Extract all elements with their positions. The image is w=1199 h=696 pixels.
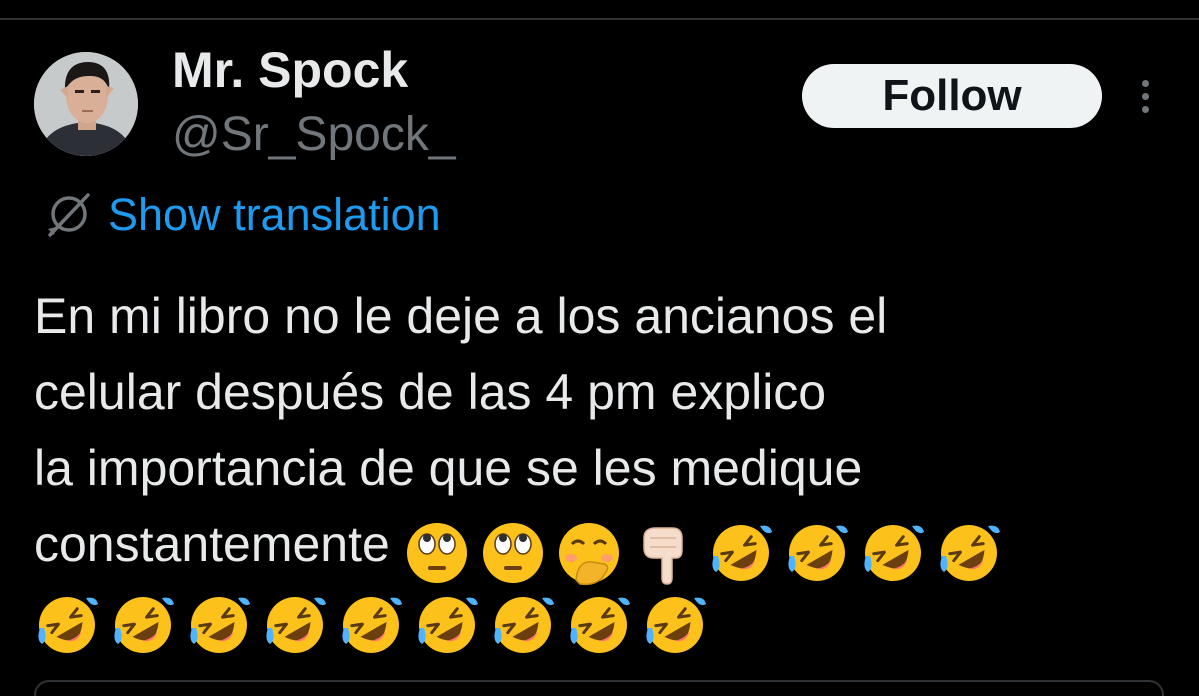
top-divider <box>0 18 1199 20</box>
emoji-run <box>34 592 718 658</box>
rolling-on-the-floor-laughing-icon <box>860 520 926 586</box>
author-display-name[interactable]: Mr. Spock <box>172 40 408 100</box>
rolling-on-the-floor-laughing-icon <box>490 592 556 658</box>
rolling-on-the-floor-laughing-icon <box>110 592 176 658</box>
tweet-line: En mi libro no le deje a los ancianos el <box>34 288 888 344</box>
rolling-on-the-floor-laughing-icon <box>262 592 328 658</box>
avatar[interactable] <box>34 52 138 156</box>
next-tweet-card-edge <box>34 680 1164 696</box>
rolling-on-the-floor-laughing-icon <box>566 592 632 658</box>
follow-button[interactable]: Follow <box>802 64 1102 128</box>
rolling-on-the-floor-laughing-icon <box>34 592 100 658</box>
tweet-line-4: constantemente <box>34 506 1154 586</box>
more-options-button[interactable] <box>1130 74 1162 118</box>
rolling-on-the-floor-laughing-icon <box>338 592 404 658</box>
rolling-on-the-floor-laughing-icon <box>414 592 480 658</box>
author-handle[interactable]: @Sr_Spock_ <box>172 106 456 164</box>
show-translation-link[interactable]: Show translation <box>42 186 441 244</box>
user-photo-avatar-icon <box>34 52 138 156</box>
tweet-screenshot: Mr. Spock @Sr_Spock_ Follow Show transla… <box>0 0 1199 696</box>
more-vertical-icon-dot <box>1142 106 1149 113</box>
rolling-on-the-floor-laughing-icon <box>186 592 252 658</box>
more-vertical-icon-dot <box>1142 80 1149 87</box>
rolling-on-the-floor-laughing-icon <box>784 520 850 586</box>
emoji-run <box>404 520 1012 596</box>
rolling-on-the-floor-laughing-icon <box>708 520 774 586</box>
tweet-text: En mi libro no le deje a los ancianos el… <box>34 278 1154 586</box>
more-vertical-icon-dot <box>1142 93 1149 100</box>
tweet-line: constantemente <box>34 516 390 572</box>
rolling-on-the-floor-laughing-icon <box>936 520 1002 586</box>
face-with-rolling-eyes-icon <box>480 520 546 586</box>
translate-globe-icon <box>48 193 90 237</box>
tweet-line: la importancia de que se les medique <box>34 440 863 496</box>
tweet-line: celular después de las 4 pm explico <box>34 364 827 420</box>
backhand-index-pointing-down-icon <box>632 520 698 586</box>
face-with-hand-over-mouth-icon <box>556 520 622 586</box>
show-translation-label: Show translation <box>108 189 441 240</box>
face-with-rolling-eyes-icon <box>404 520 470 586</box>
rolling-on-the-floor-laughing-icon <box>642 592 708 658</box>
